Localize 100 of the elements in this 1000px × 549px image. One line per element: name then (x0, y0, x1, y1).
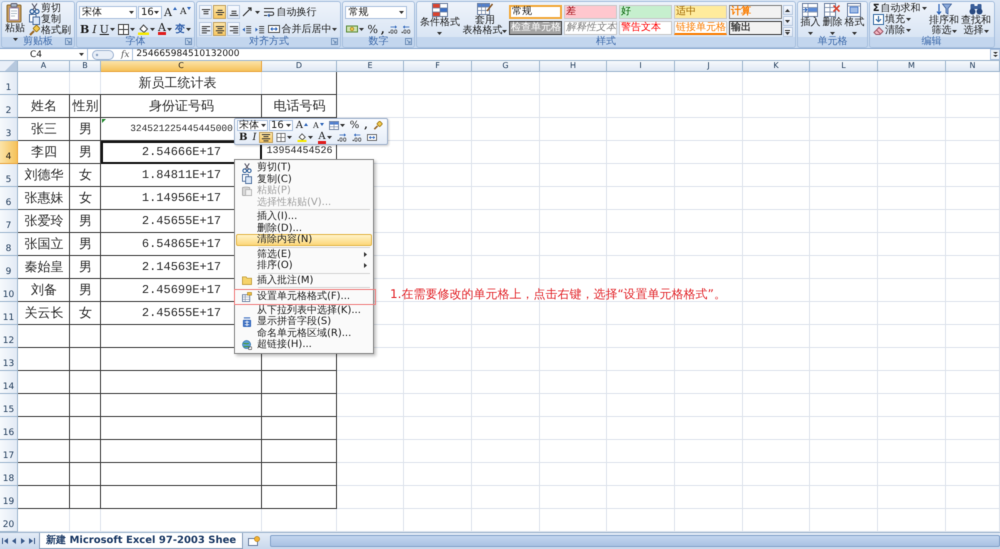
row-header[interactable]: 20 (0, 509, 18, 532)
font-size-dropdown[interactable]: 16 (269, 120, 293, 131)
cell-style-swatch[interactable]: 解释性文本 (564, 21, 617, 35)
font-name-dropdown[interactable]: 宋体 (237, 120, 268, 131)
grow-font-button[interactable]: A (294, 120, 310, 131)
fill-color-button[interactable] (295, 132, 316, 143)
clear-button[interactable]: 清除 (872, 25, 928, 36)
menu-item[interactable]: 命名单元格区域(R)... (236, 328, 372, 339)
gallery-more-button[interactable] (782, 27, 793, 37)
row-header[interactable]: 14 (0, 371, 18, 394)
insert-cells-button[interactable]: 插入 (800, 3, 821, 38)
row-header[interactable]: 16 (0, 417, 18, 440)
font-color-button[interactable]: A (316, 132, 334, 143)
menu-item[interactable]: 剪切(T) (236, 162, 372, 174)
row-header[interactable]: 12 (0, 325, 18, 348)
column-header[interactable]: M (878, 61, 946, 72)
number-format-dropdown[interactable]: 常规 (345, 6, 408, 18)
error-flag-icon[interactable] (102, 119, 106, 123)
column-header[interactable]: F (404, 61, 472, 72)
increase-decimal-button[interactable] (334, 132, 349, 143)
menu-item[interactable]: 设置单元格格式(F)... (236, 291, 372, 302)
column-header[interactable]: N (946, 61, 1000, 72)
gallery-up-button[interactable] (782, 5, 793, 15)
decrease-decimal-button[interactable] (350, 132, 364, 143)
phonetic-button[interactable]: 变 (174, 22, 192, 36)
find-select-button[interactable]: 查找和 选择 (960, 3, 992, 36)
cell-style-swatch[interactable]: 常规 (508, 5, 562, 19)
align-center-button[interactable] (213, 22, 226, 36)
row-header[interactable]: 8 (0, 233, 18, 256)
italic-button[interactable]: I (250, 132, 258, 143)
expand-formula-button[interactable] (990, 49, 1000, 60)
font-size-dropdown[interactable]: 16 (138, 6, 162, 18)
fill-color-button[interactable] (136, 22, 156, 36)
row-header[interactable]: 3 (0, 118, 18, 141)
align-center-button[interactable] (259, 132, 274, 143)
column-header[interactable]: H (540, 61, 607, 72)
horizontal-scrollbar[interactable] (270, 535, 1000, 547)
row-header[interactable]: 18 (0, 463, 18, 486)
sheet-tab[interactable]: 新建 Microsoft Excel 97-2003 Shee (39, 533, 244, 549)
italic-button[interactable]: I (91, 22, 98, 36)
cut-button[interactable]: 剪切 (28, 3, 72, 14)
align-right-button[interactable] (227, 22, 240, 36)
column-header[interactable]: C (101, 61, 262, 72)
menu-item[interactable]: 复制(C) (236, 174, 372, 185)
menu-item[interactable]: 显示拼音字段(S) (236, 316, 372, 328)
align-left-button[interactable] (199, 22, 212, 36)
shrink-font-button[interactable]: A (310, 120, 326, 131)
menu-item[interactable]: 从下拉列表中选择(K)... (236, 304, 372, 316)
shrink-font-button[interactable]: A (178, 5, 192, 19)
format-as-table-button[interactable]: 套用 表格格式 (462, 3, 508, 36)
format-cells-button[interactable]: 格式 (844, 3, 865, 38)
insert-function-button[interactable]: fx (118, 50, 132, 60)
merge-center-button[interactable]: 合并后居中 (267, 22, 338, 36)
column-header[interactable]: E (337, 61, 404, 72)
row-header[interactable]: 7 (0, 210, 18, 233)
row-header[interactable]: 10 (0, 279, 18, 302)
row-header[interactable]: 13 (0, 348, 18, 371)
cell-style-swatch[interactable]: 差 (564, 5, 617, 19)
row-header[interactable]: 11 (0, 302, 18, 325)
menu-item[interactable]: 排序(O) (236, 260, 372, 272)
bold-button[interactable]: B (237, 132, 250, 143)
cell-style-swatch[interactable]: 输出 (728, 21, 782, 35)
cell-style-swatch[interactable]: 适中 (674, 5, 727, 19)
column-header[interactable]: A (18, 61, 70, 72)
percent-button[interactable]: % (366, 22, 379, 36)
gallery-down-button[interactable] (782, 16, 793, 26)
insert-sheet-button[interactable] (246, 533, 262, 549)
column-header[interactable]: J (675, 61, 743, 72)
row-header[interactable]: 19 (0, 486, 18, 509)
column-header[interactable]: G (472, 61, 540, 72)
column-header[interactable]: K (743, 61, 810, 72)
column-header[interactable]: I (607, 61, 675, 72)
delete-cells-button[interactable]: 删除 (822, 3, 843, 38)
borders-button[interactable] (116, 22, 136, 36)
align-top-button[interactable] (199, 5, 212, 19)
splitter-handle-icon[interactable] (92, 50, 114, 60)
column-header[interactable]: B (70, 61, 101, 72)
copy-button[interactable]: 复制 (28, 14, 72, 25)
row-header[interactable]: 4 (0, 141, 18, 164)
row-header[interactable]: 15 (0, 394, 18, 417)
name-box[interactable]: C4 (0, 49, 88, 60)
sort-filter-button[interactable]: 排序和 筛选 (928, 3, 960, 36)
row-header[interactable]: 1 (0, 72, 18, 95)
row-header[interactable]: 6 (0, 187, 18, 210)
fill-button[interactable]: 填充 (872, 14, 928, 25)
menu-item[interactable]: 清除内容(N) (236, 234, 372, 246)
column-header[interactable]: D (262, 61, 337, 72)
cell-style-swatch[interactable]: 好 (618, 5, 672, 19)
cell-styles-button[interactable] (326, 120, 347, 131)
row-header[interactable]: 2 (0, 95, 18, 118)
orientation-button[interactable] (241, 5, 262, 19)
bold-button[interactable]: B (79, 22, 90, 36)
menu-item[interactable]: 删除(D)... (236, 222, 372, 234)
font-color-button[interactable]: A (156, 22, 173, 36)
row-header[interactable]: 17 (0, 440, 18, 463)
row-header[interactable]: 9 (0, 256, 18, 279)
format-painter-button[interactable]: 格式刷 (28, 25, 72, 36)
menu-item[interactable]: 插入批注(M) (236, 274, 372, 286)
comma-button[interactable]: , (362, 120, 370, 131)
autosum-button[interactable]: Σ 自动求和 (872, 3, 928, 14)
